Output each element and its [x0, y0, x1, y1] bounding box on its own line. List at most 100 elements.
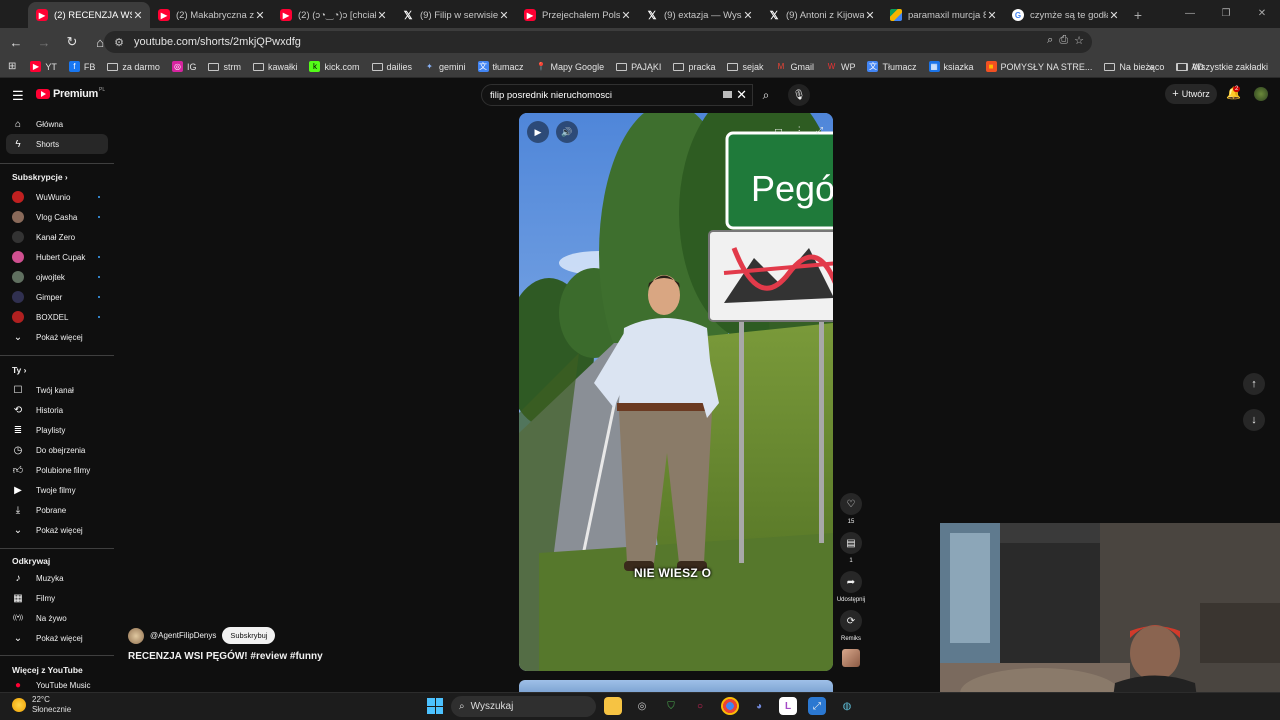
- close-tab-icon[interactable]: ✕: [376, 9, 388, 22]
- bookmark-item[interactable]: 📍 Mapy Google: [530, 57, 611, 77]
- browser-tab[interactable]: 𝕏 (9) extazja — Wyszuk✕: [638, 2, 760, 28]
- search-button[interactable]: ⌕: [753, 84, 779, 106]
- bookmark-item[interactable]: kawałki: [247, 57, 304, 77]
- bookmark-item[interactable]: k kick.com: [303, 57, 365, 77]
- browser-tab[interactable]: ▶ (2) (ɔ◔‿◔)ɔ [chciał ✕: [272, 2, 394, 28]
- next-short-button[interactable]: ↓: [1243, 409, 1265, 431]
- close-tab-icon[interactable]: ✕: [1108, 9, 1120, 22]
- windows-start-icon[interactable]: [427, 698, 443, 714]
- bookmark-item[interactable]: sejak: [721, 57, 769, 77]
- taskbar-search[interactable]: ⌕ Wyszukaj: [451, 696, 596, 717]
- close-tab-icon[interactable]: ✕: [986, 9, 998, 22]
- globe-icon[interactable]: ◍: [838, 697, 856, 715]
- sidebar-item-you[interactable]: ⌄ Pokaż więcej: [6, 520, 108, 540]
- create-button[interactable]: + Utwórz: [1165, 84, 1217, 104]
- sidebar-item-you[interactable]: ≣ Playlisty: [6, 420, 108, 440]
- comment-icon[interactable]: ▤: [840, 532, 862, 554]
- close-tab-icon[interactable]: ✕: [498, 9, 510, 22]
- bookmark-item[interactable]: 文 tłumacz: [472, 57, 530, 77]
- channel-avatar[interactable]: [128, 627, 144, 644]
- omnibox[interactable]: ⚙ youtube.com/shorts/2mkjQPwxdfg ⌕ ⎙ ☆: [104, 31, 1092, 53]
- bookmark-item[interactable]: dailies: [366, 57, 419, 77]
- bookmark-star-icon[interactable]: ☆: [1074, 34, 1084, 47]
- sidebar-show-more[interactable]: ⌄ Pokaż więcej: [6, 327, 108, 347]
- subscription-item[interactable]: WuWunio: [6, 187, 108, 207]
- play-button[interactable]: ▶: [527, 121, 549, 143]
- bookmark-item[interactable]: ✦ gemini: [418, 57, 472, 77]
- more-from-youtube-header[interactable]: Więcej z YouTube: [12, 665, 83, 675]
- sidebar-item-you[interactable]: ☐ Twój kanał: [6, 380, 108, 400]
- sidebar-item-explore[interactable]: ▦ Filmy: [6, 588, 108, 608]
- close-tab-icon[interactable]: ✕: [254, 9, 266, 22]
- sound-thumbnail[interactable]: [842, 649, 860, 667]
- menu-icon[interactable]: ☰: [12, 88, 24, 104]
- capcut-icon[interactable]: L: [779, 697, 797, 715]
- browser-tab[interactable]: paramaxil murcja 80 ✕: [882, 2, 1004, 28]
- search-input[interactable]: filip posrednik nieruchomosci ✕: [481, 84, 753, 106]
- app2-icon[interactable]: ⤢: [808, 697, 826, 715]
- explore-header[interactable]: Odkrywaj: [12, 556, 50, 566]
- close-tab-icon[interactable]: ✕: [620, 9, 632, 22]
- apps-icon[interactable]: ⊞: [0, 57, 24, 77]
- clear-search-icon[interactable]: ✕: [736, 87, 747, 103]
- remix-action[interactable]: ⟳ Remiks: [838, 610, 864, 642]
- sidebar-item-home[interactable]: ⌂ Główna: [6, 114, 108, 134]
- browser-tab[interactable]: ▶ (2) RECENZJA WSI PĘ✕: [28, 2, 150, 28]
- more-options-icon[interactable]: ⋮: [795, 125, 804, 136]
- share-action[interactable]: ➦ Udostępnij: [834, 571, 868, 603]
- bookmark-item[interactable]: 文 Tłumacz: [861, 57, 922, 77]
- install-app-icon[interactable]: ⎙: [1059, 34, 1068, 47]
- share-icon[interactable]: ➦: [840, 571, 862, 593]
- browser-tab[interactable]: 𝕏 (9) Antoni z Kijowa w✕: [760, 2, 882, 28]
- close-tab-icon[interactable]: ✕: [132, 9, 144, 22]
- bookmark-item[interactable]: za darmo: [101, 57, 166, 77]
- bookmark-item[interactable]: ◎ IG: [166, 57, 203, 77]
- new-tab-button[interactable]: +: [1126, 2, 1150, 28]
- voice-search-button[interactable]: 🎙: [788, 84, 810, 106]
- channel-name[interactable]: @AgentFilipDenys: [150, 631, 216, 640]
- chrome-icon[interactable]: [721, 697, 739, 715]
- sidebar-item-you[interactable]: ⟲ Historia: [6, 400, 108, 420]
- sidebar-item-explore[interactable]: ⌄ Pokaż więcej: [6, 628, 108, 648]
- like-icon[interactable]: ♡: [840, 493, 862, 515]
- bookmark-item[interactable]: PAJĄKI: [610, 57, 667, 77]
- discord-icon[interactable]: ◕: [750, 697, 768, 715]
- volume-button[interactable]: 🔊: [556, 121, 578, 143]
- you-header[interactable]: Ty ›: [12, 365, 27, 375]
- maximize-button[interactable]: ❐: [1208, 0, 1244, 28]
- subscription-item[interactable]: Vlog Casha: [6, 207, 108, 227]
- subscription-item[interactable]: Kanał Zero: [6, 227, 108, 247]
- subscriptions-header[interactable]: Subskrypcje ›: [12, 172, 68, 182]
- sidebar-item-you[interactable]: ◷ Do obejrzenia: [6, 440, 108, 460]
- sidebar-item-you[interactable]: ▶ Twoje filmy: [6, 480, 108, 500]
- sidebar-item-you[interactable]: 👍︎ Polubione filmy: [6, 460, 108, 480]
- short-title[interactable]: RECENZJA WSI PĘGÓW! #review #funny: [128, 651, 323, 662]
- sidebar-item-explore[interactable]: ((•)) Na żywo: [6, 608, 108, 628]
- short-video-player[interactable]: Pegów ▶ 🔊 ▭ ⋮ ⤢ NIE WIESZ O: [519, 113, 833, 671]
- keyboard-icon[interactable]: [723, 91, 732, 98]
- close-window-button[interactable]: ✕: [1244, 0, 1280, 28]
- close-tab-icon[interactable]: ✕: [742, 9, 754, 22]
- next-short-preview[interactable]: [519, 680, 833, 692]
- bookmark-item[interactable]: pracka: [667, 57, 721, 77]
- comment-action[interactable]: ▤ 1: [838, 532, 864, 564]
- subscription-item[interactable]: BOXDEL: [6, 307, 108, 327]
- previous-short-button[interactable]: ↑: [1243, 373, 1265, 395]
- opera-icon[interactable]: ○: [691, 697, 709, 715]
- url-text[interactable]: youtube.com/shorts/2mkjQPwxdfg: [134, 36, 301, 48]
- browser-tab[interactable]: ▶ Przejechałem Polskę✕: [516, 2, 638, 28]
- sidebar-item-you[interactable]: ⤓ Pobrane: [6, 500, 108, 520]
- subscription-item[interactable]: Hubert Cupak: [6, 247, 108, 267]
- remix-icon[interactable]: ⟳: [840, 610, 862, 632]
- app-icon[interactable]: ◎: [633, 697, 651, 715]
- site-info-icon[interactable]: ⚙: [110, 36, 128, 49]
- subscription-item[interactable]: ojwojtek: [6, 267, 108, 287]
- bookmark-item[interactable]: M Gmail: [769, 57, 820, 77]
- sidebar-item-youtube-music[interactable]: ● YouTube Music: [6, 678, 108, 692]
- minimize-button[interactable]: —: [1172, 0, 1208, 28]
- bookmark-item[interactable]: ■ POMYSŁY NA STRE...: [980, 57, 1099, 77]
- youtube-premium-logo[interactable]: Premium PL: [36, 87, 105, 100]
- bookmark-item[interactable]: W WP: [820, 57, 862, 77]
- bookmark-item[interactable]: f FB: [63, 57, 102, 77]
- like-action[interactable]: ♡ 15: [838, 493, 864, 525]
